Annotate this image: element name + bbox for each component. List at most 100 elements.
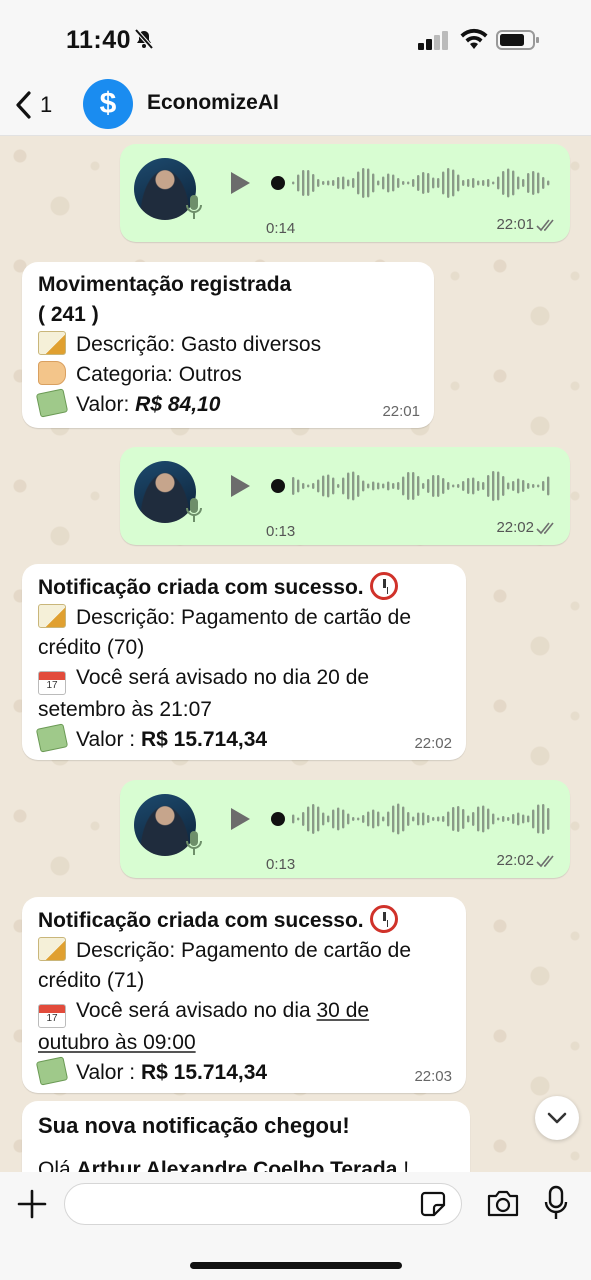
waveform-bar [392, 805, 395, 833]
waveform-bar [357, 817, 360, 821]
waveform-bar [397, 178, 400, 188]
waveform-bar [407, 812, 410, 826]
waveform-bar [327, 815, 330, 823]
chevron-left-icon [16, 91, 31, 119]
waveform-bar [387, 481, 390, 491]
waveform-bar [307, 484, 310, 488]
playhead-dot[interactable] [271, 176, 285, 190]
message-time: 22:01 [382, 403, 420, 420]
waveform-bar [387, 811, 390, 827]
waveform-bar [347, 813, 350, 825]
waveform-bar [292, 814, 295, 824]
waveform-bar [437, 475, 440, 497]
value-amount: R$ 15.714,34 [140, 1061, 268, 1084]
plus-icon[interactable] [16, 1188, 48, 1220]
play-icon[interactable] [228, 806, 252, 832]
play-icon[interactable] [228, 473, 252, 499]
date-link[interactable]: 30 de [317, 999, 370, 1022]
waveform-bar [392, 174, 395, 192]
waveform-bar [457, 484, 460, 488]
waveform[interactable] [270, 164, 550, 202]
waveform-bar [327, 474, 330, 498]
message-time: 22:03 [414, 1068, 452, 1085]
waveform-bar [372, 481, 375, 491]
message-time: 22:02 [414, 735, 452, 752]
waveform-bar [447, 811, 450, 827]
waveform-bar [412, 816, 415, 822]
waveform-bar [532, 171, 535, 195]
waveform-bar [377, 180, 380, 186]
play-icon[interactable] [228, 170, 252, 196]
waveform-bar [422, 172, 425, 194]
waveform-bar [322, 475, 325, 497]
back-button[interactable]: 1 [14, 88, 62, 122]
waveform-bar [462, 180, 465, 186]
memo-icon [38, 937, 66, 961]
waveform-bar [477, 180, 480, 186]
battery-icon [496, 30, 539, 50]
waveform-bar [317, 479, 320, 493]
waveform-bar [412, 472, 415, 500]
waveform-bar [352, 471, 355, 501]
chat-area[interactable]: 0:14 22:01 Movimentação registrada ( 241… [0, 136, 591, 1172]
waveform-bar [422, 483, 425, 489]
message-title: Sua nova notificação chegou! [38, 1113, 350, 1138]
waveform-bar [307, 170, 310, 196]
sticker-icon[interactable] [420, 1191, 446, 1217]
text-message: Sua nova notificação chegou! Olá Arthur … [22, 1101, 470, 1172]
waveform-bar [477, 481, 480, 491]
waveform[interactable] [270, 467, 550, 505]
waveform-bar [387, 173, 390, 193]
contact-avatar[interactable]: $ [83, 79, 133, 129]
microphone-icon[interactable] [544, 1185, 568, 1221]
waveform-bar [517, 812, 520, 826]
voice-message: 0:13 22:02 [120, 447, 570, 545]
waveform-bar [442, 816, 445, 822]
waveform-bar [297, 174, 300, 192]
waveform-bar [297, 479, 300, 493]
waveform-bar [312, 804, 315, 834]
value-amount: R$ 84,10 [135, 393, 221, 416]
waveform-bar [302, 170, 305, 196]
message-input[interactable] [64, 1183, 462, 1225]
microphone-icon [186, 195, 202, 219]
waveform-bar [337, 177, 340, 189]
waveform-bar [357, 475, 360, 497]
waveform-bar [417, 175, 420, 191]
waveform-bar [342, 176, 345, 190]
waveform-bar [492, 181, 495, 185]
waveform-bar [542, 804, 545, 834]
waveform-bar [462, 809, 465, 829]
waveform-bar [412, 179, 415, 187]
waveform-bar [527, 483, 530, 489]
notice-line-2: setembro às 21:07 [38, 698, 212, 721]
waveform-bar [382, 176, 385, 190]
camera-icon[interactable] [486, 1188, 520, 1218]
waveform-bar [417, 476, 420, 496]
waveform-bar [302, 812, 305, 826]
user-name: Arthur Alexandre Coelho Terada [76, 1158, 398, 1172]
waveform-bar [512, 170, 515, 196]
contact-name[interactable]: EconomizeAI [147, 91, 279, 115]
waveform-bar [427, 815, 430, 823]
date-link[interactable]: outubro às 09:00 [38, 1031, 196, 1054]
calendar-icon: 17 [38, 1004, 66, 1028]
voice-duration: 0:13 [266, 523, 296, 540]
waveform[interactable] [270, 800, 550, 838]
waveform-bar [382, 483, 385, 489]
waveform-bar [517, 478, 520, 494]
playhead-dot[interactable] [271, 812, 285, 826]
message-title: Notificação criada com sucesso. [38, 576, 364, 599]
message-title: Notificação criada com sucesso. [38, 909, 364, 932]
waveform-bar [347, 179, 350, 187]
waveform-bar [337, 484, 340, 488]
voice-duration: 0:14 [266, 220, 296, 237]
composer-bar [0, 1172, 591, 1280]
scroll-to-bottom-button[interactable] [535, 1096, 579, 1140]
message-time: 22:02 [496, 852, 534, 869]
waveform-bar [457, 174, 460, 192]
home-indicator [190, 1262, 402, 1269]
playhead-dot[interactable] [271, 479, 285, 493]
waveform-bar [392, 483, 395, 489]
description-line-2: crédito (71) [38, 969, 145, 992]
